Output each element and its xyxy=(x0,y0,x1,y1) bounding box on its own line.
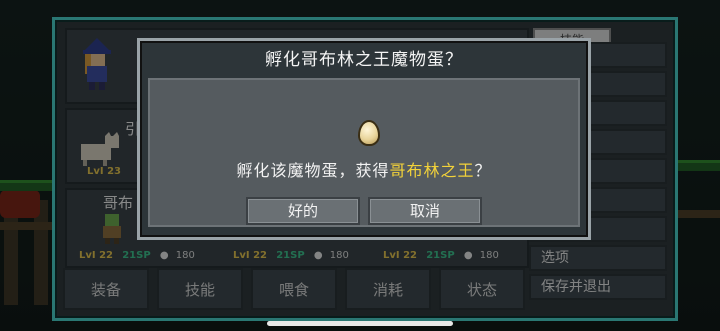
dialog-message: 孵化该魔物蛋，获得哥布林之王？ xyxy=(150,157,578,181)
hatch-egg-dialog: 孵化哥布林之王魔物蛋？ 孵化该魔物蛋，获得哥布林之王？ 好的 取消 xyxy=(137,38,591,240)
dialog-body: 孵化该魔物蛋，获得哥布林之王？ 好的 取消 xyxy=(148,78,580,227)
message-prefix: 孵化该魔物蛋，获得 xyxy=(236,161,390,180)
home-indicator[interactable] xyxy=(267,321,453,326)
message-suffix: ？ xyxy=(474,161,492,180)
dialog-title: 孵化哥布林之王魔物蛋？ xyxy=(265,50,463,70)
monster-name-highlight: 哥布林之王 xyxy=(389,161,475,180)
ok-button[interactable]: 好的 xyxy=(246,197,360,225)
cancel-button[interactable]: 取消 xyxy=(368,197,482,225)
egg-icon xyxy=(358,120,380,146)
